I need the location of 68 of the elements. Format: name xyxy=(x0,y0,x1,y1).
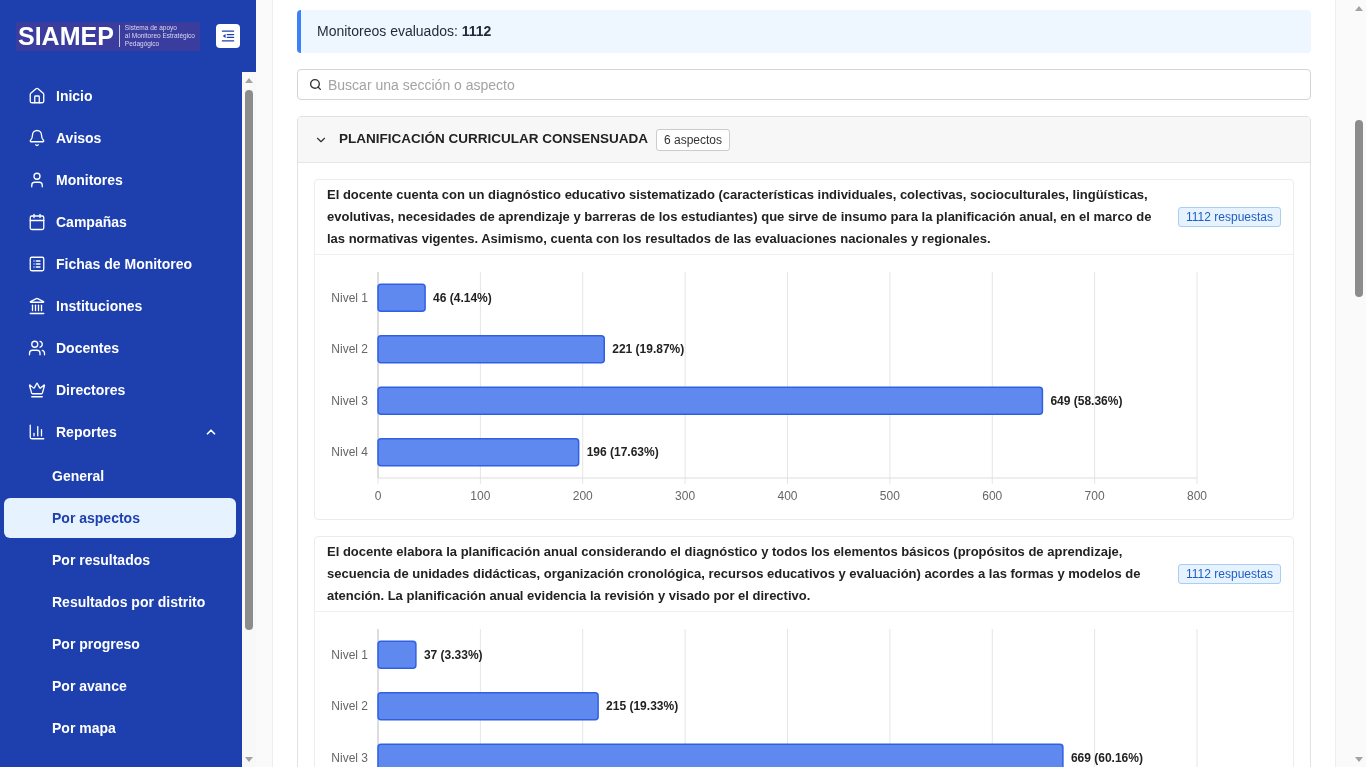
category-label: Nivel 1 xyxy=(331,647,368,662)
down-arrow-icon[interactable] xyxy=(245,756,253,762)
submenu-item[interactable]: Por mapa xyxy=(4,708,236,748)
bar xyxy=(377,640,417,669)
value-label: 37 (3.33%) xyxy=(423,647,483,662)
scrollbar-thumb[interactable] xyxy=(1355,120,1363,297)
search-field[interactable]: Buscar una sección o aspecto xyxy=(297,69,1311,100)
users-icon xyxy=(28,339,46,357)
list-icon xyxy=(28,255,46,273)
tick-label: 400 xyxy=(777,489,798,503)
category-label: Nivel 2 xyxy=(331,699,368,714)
submenu-item[interactable]: General xyxy=(4,456,236,496)
bar-chart-icon xyxy=(28,423,46,441)
crown-icon xyxy=(28,381,46,399)
scrollbar-thumb[interactable] xyxy=(245,90,253,630)
calendar-icon xyxy=(28,213,46,231)
user-icon xyxy=(28,171,46,189)
bank-building-icon xyxy=(28,297,46,315)
sidebar-item[interactable]: Avisos xyxy=(4,118,236,158)
tick-label: 700 xyxy=(1084,489,1105,503)
menu-collapse-icon xyxy=(221,29,235,43)
sidebar-item[interactable]: Campañas xyxy=(4,202,236,242)
accordion-header[interactable]: PLANIFICACIÓN CURRICULAR CONSENSUADA 6 aspectos xyxy=(298,117,1310,163)
category-label: Nivel 3 xyxy=(331,393,368,408)
category-label: Nivel 3 xyxy=(331,750,368,765)
aspect-description: El docente elabora la planificación anual considerando el diagnóstico y todos los elementos básicos (propósitos de aprendizaje, secuencia de unidades didácticas, organización cronológica, recursos educativos y evaluación) acordes a las formas y modelos de atención. La planificación anual evidencia la revisión y visado por el directivo. xyxy=(327,543,1142,605)
category-label: Nivel 1 xyxy=(331,290,368,305)
submenu-item[interactable]: Por progreso xyxy=(4,624,236,664)
up-arrow-icon[interactable] xyxy=(245,77,253,83)
down-arrow-icon[interactable] xyxy=(1355,756,1363,762)
sidebar-item[interactable]: Inicio xyxy=(4,76,236,116)
tick-label: 0 xyxy=(374,489,382,503)
submenu-item[interactable]: Por avance xyxy=(4,666,236,706)
tick-label: 100 xyxy=(470,489,491,503)
value-label: 46 (4.14%) xyxy=(433,290,492,305)
category-label: Nivel 2 xyxy=(331,342,368,357)
summary-text: Monitoreos evaluados: 1112 xyxy=(317,22,492,41)
submenu-item[interactable]: Por aspectos xyxy=(4,498,236,538)
submenu-item[interactable]: Por resultados xyxy=(4,540,236,580)
tick-label: 200 xyxy=(572,489,593,503)
bell-icon xyxy=(28,129,46,147)
sidebar-item[interactable]: Directores xyxy=(4,370,236,410)
home-icon xyxy=(28,87,46,105)
value-label: 221 (19.87%) xyxy=(612,342,685,357)
value-label: 649 (58.36%) xyxy=(1050,393,1123,408)
logo-title: SIAMEP xyxy=(18,23,114,49)
tick-label: 800 xyxy=(1187,489,1207,503)
aspect-description: El docente cuenta con un diagnóstico educativo sistematizado (características individuales, colectivas, socioculturales, lingüísticas, evolutivas, necesidades de aprendizaje y barreras de los estudiantes) que sirve de insumo para la planificación anual, en el marco de las normativas vigentes. Asimismo, cuenta con los resultados de las evaluaciones nacionales y regionales. xyxy=(327,186,1153,248)
value-label: 215 (19.33%) xyxy=(606,699,679,714)
sidebar-item[interactable]: Instituciones xyxy=(4,286,236,326)
value-label: 669 (60.16%) xyxy=(1070,750,1143,765)
tick-label: 600 xyxy=(982,489,1003,503)
category-label: Nivel 4 xyxy=(331,445,368,460)
tick-label: 300 xyxy=(675,489,696,503)
bar xyxy=(377,283,426,312)
sidebar-item[interactable]: Docentes xyxy=(4,328,236,368)
sidebar-item[interactable]: Reportes xyxy=(4,412,236,452)
tick-label: 500 xyxy=(879,489,900,503)
menu-toggle-button[interactable] xyxy=(216,24,240,48)
sidebar-item[interactable]: Fichas de Monitoreo xyxy=(4,244,236,284)
submenu-item[interactable]: Resultados por distrito xyxy=(4,582,236,622)
up-arrow-icon[interactable] xyxy=(1355,5,1363,11)
responses-badge: 1112 respuestas xyxy=(1178,207,1281,227)
responses-badge: 1112 respuestas xyxy=(1178,564,1281,584)
aspect-count-badge: 6 aspectos xyxy=(656,128,731,151)
value-label: 196 (17.63%) xyxy=(586,445,659,460)
search-icon xyxy=(309,78,322,91)
sidebar-item[interactable]: Monitores xyxy=(4,160,236,200)
